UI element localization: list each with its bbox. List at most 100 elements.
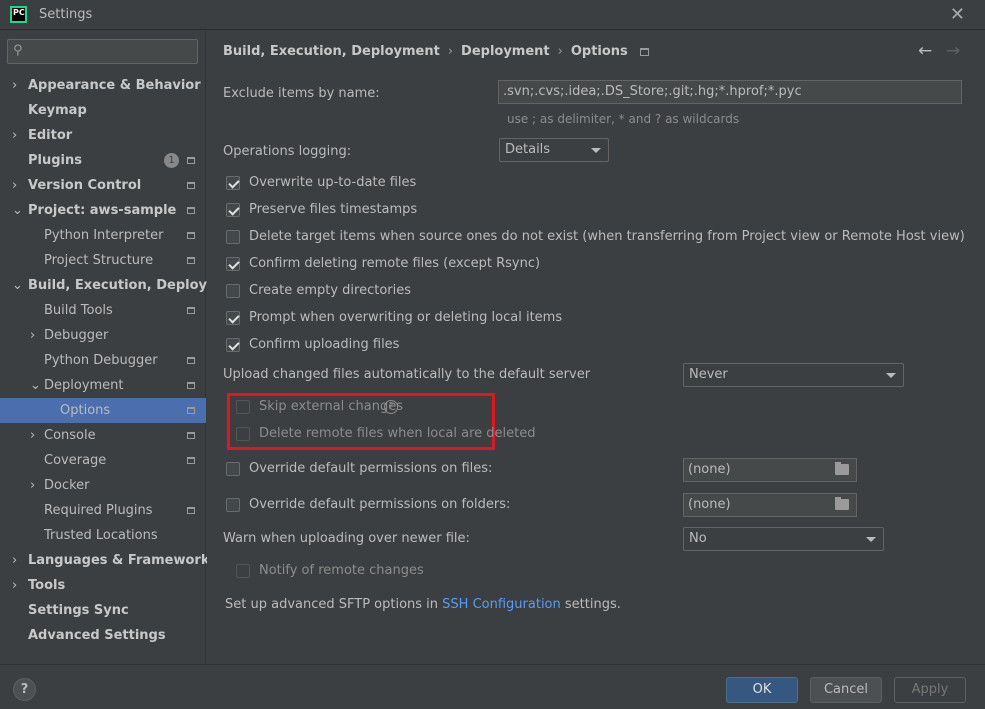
cancel-button[interactable]: Cancel bbox=[810, 677, 882, 703]
checkbox-checked-icon[interactable] bbox=[226, 203, 240, 217]
breadcrumb-item[interactable]: Build, Execution, Deployment bbox=[223, 44, 440, 59]
sidebar-item-settings-sync[interactable]: Settings Sync bbox=[0, 598, 206, 623]
sidebar-item-label: Debugger bbox=[44, 328, 109, 343]
warn-uploading-dropdown[interactable]: No bbox=[683, 527, 884, 551]
chevron-right-icon[interactable]: › bbox=[12, 123, 17, 148]
back-arrow-icon[interactable]: ← bbox=[918, 41, 932, 61]
sidebar-item-tools[interactable]: › Tools bbox=[0, 573, 206, 598]
sidebar-item-options[interactable]: Options bbox=[0, 398, 206, 423]
title-bar: PC Settings ✕ bbox=[0, 0, 985, 30]
sidebar-item-python-interpreter[interactable]: Python Interpreter bbox=[0, 223, 206, 248]
file-permissions-value: (none) bbox=[688, 462, 731, 477]
sidebar-item-project-structure[interactable]: Project Structure bbox=[0, 248, 206, 273]
upload-auto-dropdown[interactable]: Never bbox=[683, 363, 904, 387]
forward-arrow-icon[interactable]: → bbox=[946, 41, 960, 61]
upload-auto-label: Upload changed files automatically to th… bbox=[223, 367, 591, 382]
sidebar-item-version-control[interactable]: › Version Control bbox=[0, 173, 206, 198]
checkbox-label: Confirm uploading files bbox=[249, 337, 400, 352]
folder-permissions-field[interactable]: (none) bbox=[683, 493, 857, 517]
sidebar-item-keymap[interactable]: Keymap bbox=[0, 98, 206, 123]
project-level-icon bbox=[187, 382, 195, 389]
checkbox-checked-icon[interactable] bbox=[226, 338, 240, 352]
checkbox-label: Override default permissions on folders: bbox=[249, 497, 511, 512]
sidebar-item-editor[interactable]: › Editor bbox=[0, 123, 206, 148]
checkbox-label: Confirm deleting remote files (except Rs… bbox=[249, 256, 541, 271]
sidebar-item-label: Project: aws-sample bbox=[28, 203, 177, 218]
sidebar-item-docker[interactable]: › Docker bbox=[0, 473, 206, 498]
window-title: Settings bbox=[39, 7, 93, 22]
project-level-icon bbox=[639, 47, 649, 56]
sidebar-item-trusted-locations[interactable]: Trusted Locations bbox=[0, 523, 206, 548]
checkbox-unchecked-icon[interactable] bbox=[226, 498, 240, 512]
checkbox-label: Prompt when overwriting or deleting loca… bbox=[249, 310, 563, 325]
warn-uploading-label: Warn when uploading over newer file: bbox=[223, 531, 470, 546]
checkbox-unchecked-icon[interactable] bbox=[236, 564, 250, 578]
sidebar-item-coverage[interactable]: Coverage bbox=[0, 448, 206, 473]
checkbox-label: Overwrite up-to-date files bbox=[249, 175, 417, 190]
checkbox-unchecked-icon[interactable] bbox=[226, 462, 240, 476]
sidebar-item-required-plugins[interactable]: Required Plugins bbox=[0, 498, 206, 523]
sidebar-item-plugins[interactable]: Plugins 1 bbox=[0, 148, 206, 173]
sidebar-item-label: Deployment bbox=[44, 378, 124, 393]
checkbox-unchecked-icon[interactable] bbox=[226, 284, 240, 298]
chevron-right-icon[interactable]: › bbox=[12, 73, 17, 98]
checkbox-unchecked-icon[interactable] bbox=[236, 427, 250, 441]
sidebar-item-build-tools[interactable]: Build Tools bbox=[0, 298, 206, 323]
project-level-icon bbox=[187, 257, 195, 264]
breadcrumb-item[interactable]: Deployment bbox=[461, 44, 550, 59]
sftp-options-text: Set up advanced SFTP options in SSH Conf… bbox=[225, 597, 621, 612]
operations-logging-dropdown[interactable]: Details bbox=[499, 138, 609, 162]
sftp-suffix: settings. bbox=[560, 597, 621, 612]
chevron-down-icon[interactable]: ⌄ bbox=[12, 198, 23, 223]
sidebar-item-python-debugger[interactable]: Python Debugger bbox=[0, 348, 206, 373]
chevron-down-icon[interactable]: ⌄ bbox=[12, 273, 23, 298]
folder-permissions-value: (none) bbox=[688, 497, 731, 512]
sidebar-item-deployment[interactable]: ⌄ Deployment bbox=[0, 373, 206, 398]
sidebar-item-build-execution-deployment[interactable]: ⌄ Build, Execution, Deployment bbox=[0, 273, 245, 298]
sidebar-item-label: Required Plugins bbox=[44, 503, 153, 518]
sidebar-item-label: Plugins bbox=[28, 153, 82, 168]
chevron-right-icon[interactable]: › bbox=[12, 573, 17, 598]
sidebar-item-label: Languages & Frameworks bbox=[28, 553, 218, 568]
checkbox-unchecked-icon[interactable] bbox=[226, 230, 240, 244]
sidebar-item-label: Advanced Settings bbox=[28, 628, 166, 643]
chevron-right-icon: › bbox=[557, 44, 563, 59]
chevron-right-icon[interactable]: › bbox=[12, 173, 17, 198]
apply-button[interactable]: Apply bbox=[894, 677, 966, 703]
sidebar-item-console[interactable]: › Console bbox=[0, 423, 206, 448]
checkbox-checked-icon[interactable] bbox=[226, 257, 240, 271]
checkbox-unchecked-icon[interactable] bbox=[236, 400, 250, 414]
sidebar-item-languages-frameworks[interactable]: › Languages & Frameworks bbox=[0, 548, 217, 573]
options-panel: Build, Execution, Deployment › Deployment ›… bbox=[207, 31, 985, 664]
checkbox-checked-icon[interactable] bbox=[226, 311, 240, 325]
sidebar-item-label: Project Structure bbox=[44, 253, 154, 268]
help-button[interactable]: ? bbox=[13, 678, 36, 701]
chevron-right-icon[interactable]: › bbox=[30, 323, 35, 348]
exclude-items-label: Exclude items by name: bbox=[223, 86, 380, 101]
sidebar-item-advanced-settings[interactable]: Advanced Settings bbox=[0, 623, 206, 648]
sidebar-item-project[interactable]: ⌄ Project: aws-sample bbox=[0, 198, 206, 223]
exclude-items-field[interactable]: .svn;.cvs;.idea;.DS_Store;.git;.hg;*.hpr… bbox=[498, 80, 962, 104]
folder-icon[interactable] bbox=[835, 497, 849, 510]
sidebar-item-debugger[interactable]: › Debugger bbox=[0, 323, 206, 348]
sidebar-item-label: Docker bbox=[44, 478, 90, 493]
chevron-down-icon[interactable]: ⌄ bbox=[30, 373, 41, 398]
sidebar-item-appearance[interactable]: › Appearance & Behavior bbox=[0, 73, 206, 98]
chevron-right-icon[interactable]: › bbox=[12, 548, 17, 573]
ok-button[interactable]: OK bbox=[726, 677, 798, 703]
checkbox-label: Override default permissions on files: bbox=[249, 461, 493, 476]
sidebar-item-label: Options bbox=[60, 403, 111, 418]
help-icon[interactable]: ? bbox=[384, 400, 398, 414]
search-icon: ⚲ bbox=[13, 43, 23, 58]
project-level-icon bbox=[187, 457, 195, 464]
ssh-configuration-link[interactable]: SSH Configuration bbox=[442, 597, 561, 612]
chevron-right-icon[interactable]: › bbox=[30, 473, 35, 498]
project-level-icon bbox=[187, 157, 195, 164]
checkbox-checked-icon[interactable] bbox=[226, 176, 240, 190]
folder-icon[interactable] bbox=[835, 462, 849, 475]
file-permissions-field[interactable]: (none) bbox=[683, 458, 857, 482]
chevron-right-icon[interactable]: › bbox=[30, 423, 35, 448]
sidebar-item-label: Python Interpreter bbox=[44, 228, 164, 243]
close-icon[interactable]: ✕ bbox=[950, 4, 965, 25]
search-input[interactable]: ⚲ bbox=[7, 39, 198, 64]
